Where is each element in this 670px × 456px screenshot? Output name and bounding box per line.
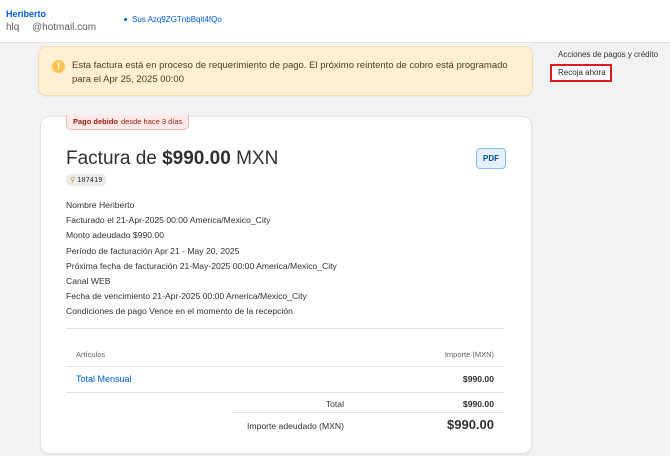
detail-label: Monto adeudado <box>66 230 131 241</box>
detail-row: Fecha de vencimiento 21-Apr-2025 00:00 A… <box>66 289 337 304</box>
bullet-icon <box>124 18 127 22</box>
customer-email: @hotmail.com <box>32 22 97 33</box>
divider <box>66 392 504 393</box>
key-icon: ⚲ <box>70 176 76 184</box>
payment-actions-title: Acciones de pagos y crédito <box>558 50 659 59</box>
banner-text: Esta factura está en proceso de requerim… <box>72 60 508 85</box>
status-badge: Pago debido desde hace 3 días <box>66 115 190 130</box>
detail-value: 21-Apr-2025 00:00 America/Mexico_City <box>116 215 271 226</box>
amount-due-value: $990.00 <box>447 417 494 432</box>
detail-label: Condiciones de pago <box>66 306 147 317</box>
detail-value: WEB <box>90 275 111 286</box>
status-label: Pago debido <box>73 117 118 126</box>
divider <box>232 412 504 413</box>
order-tag[interactable]: ⚲ 107419 <box>66 174 107 186</box>
customer-name-link[interactable]: Heriberto <box>6 9 46 19</box>
detail-label: Próxima fecha de facturación <box>66 260 178 271</box>
amount-due-label: Importe adeudado (MXN) <box>247 421 344 431</box>
title-prefix: Factura de <box>66 148 157 169</box>
detail-label: Facturado el <box>66 215 114 226</box>
detail-value: Apr 21 - May 20, 2025 <box>154 245 240 256</box>
customer-header: Heriberto hlq @hotmail.com Sus Azq9ZGTnb… <box>0 0 670 43</box>
invoice-currency: MXN <box>236 148 279 169</box>
collect-now-button[interactable]: Recoja ahora <box>550 64 612 82</box>
payment-retry-banner: ! Esta factura está en proceso de requer… <box>38 46 533 96</box>
status-since: desde hace 3 días <box>121 117 183 126</box>
detail-row: Nombre Heriberto <box>66 198 337 213</box>
detail-row: Período de facturación Apr 21 - May 20, … <box>66 244 337 259</box>
total-label: Total <box>325 399 344 409</box>
detail-row: Facturado el 21-Apr-2025 00:00 America/M… <box>66 213 337 228</box>
detail-row: Próxima fecha de facturación 21-May-2025… <box>66 259 337 274</box>
order-number: 107419 <box>77 176 103 184</box>
subscription-link-label: Sus Azq9ZGTnbBqit4fQo <box>132 15 222 24</box>
detail-label: Período de facturación <box>66 245 153 256</box>
invoice-details: Nombre Heriberto Facturado el 21-Apr-202… <box>66 198 337 320</box>
page-title: Factura de $990.00 MXN <box>66 148 278 170</box>
column-header-items: Artículos <box>76 350 106 359</box>
detail-value: $990.00 <box>132 230 164 241</box>
pdf-button[interactable]: PDF <box>476 148 506 169</box>
divider <box>66 366 504 367</box>
warning-icon: ! <box>52 60 65 73</box>
invoice-amount: $990.00 <box>162 148 231 169</box>
detail-label: Fecha de vencimiento <box>66 291 151 302</box>
total-value: $990.00 <box>462 399 494 409</box>
detail-value: Vence en el momento de la recepción <box>149 306 293 317</box>
detail-row: Monto adeudado $990.00 <box>66 228 337 243</box>
detail-row: Condiciones de pago Vence en el momento … <box>66 304 337 319</box>
customer-id: hlq <box>6 22 20 33</box>
subscription-link[interactable]: Sus Azq9ZGTnbBqit4fQo <box>124 15 222 24</box>
detail-value: Heriberto <box>98 200 135 210</box>
divider <box>66 328 504 329</box>
detail-label: Nombre <box>66 200 97 210</box>
column-header-amount: Importe (MXN) <box>444 350 494 359</box>
detail-value: 21-May-2025 00:00 America/Mexico_City <box>179 260 337 271</box>
detail-value: 21-Apr-2025 00:00 America/Mexico_City <box>152 291 307 302</box>
detail-row: Canal WEB <box>66 274 337 289</box>
detail-label: Canal <box>66 275 89 286</box>
line-item-link[interactable]: Total Mensual <box>76 374 132 384</box>
line-item-amount: $990.00 <box>462 374 494 384</box>
